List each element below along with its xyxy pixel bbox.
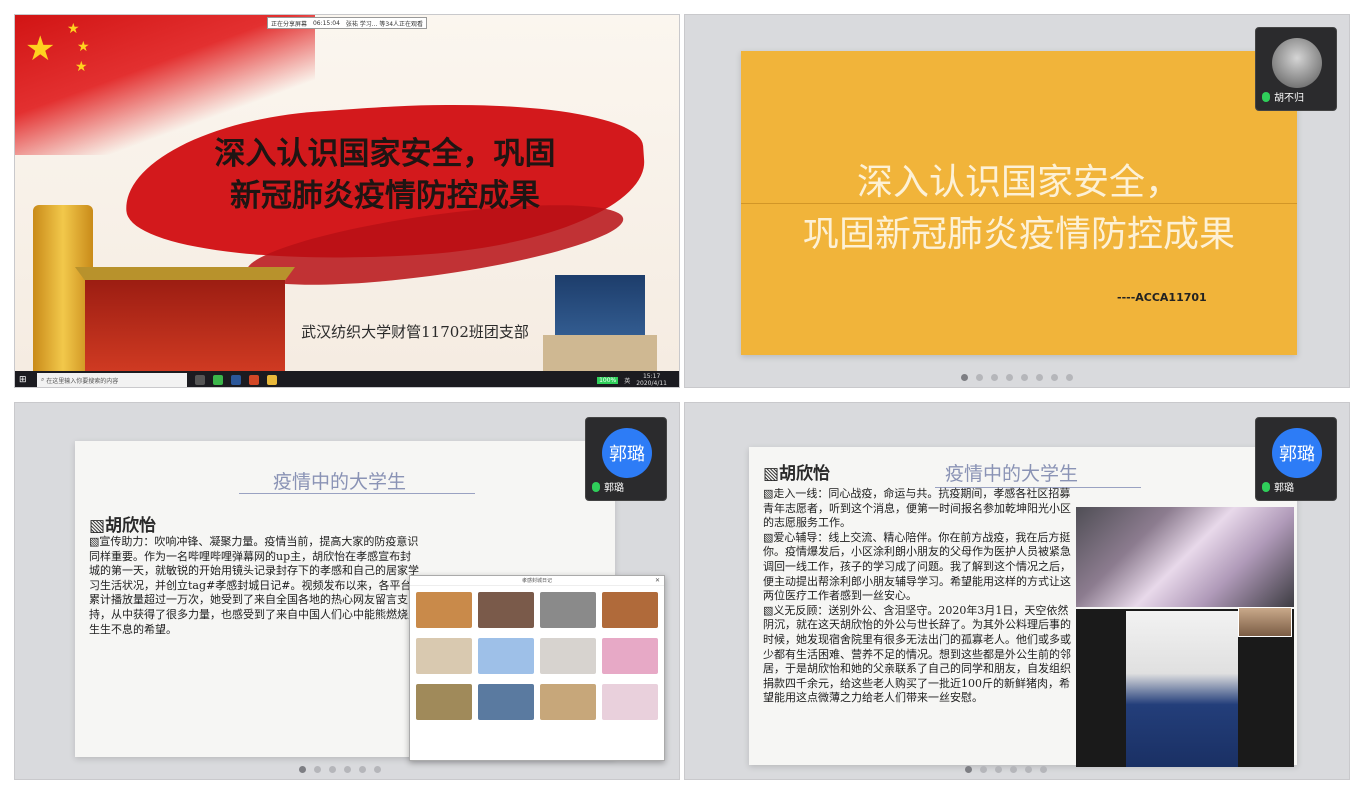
slide-heading: 疫情中的大学生 (273, 471, 407, 493)
page-indicator (685, 766, 1349, 773)
page-dot[interactable] (995, 766, 1002, 773)
screenshot-grid: ★ ★ ★ ★ 深入认识国家安全，巩固 新冠肺炎疫情防控成果 武汉纺织大学财管1… (0, 0, 1364, 796)
tiananmen-graphic (85, 280, 285, 371)
page-indicator (15, 766, 679, 773)
participant-name: 胡不归 (1274, 93, 1304, 104)
slide-title: 深入认识国家安全，巩固 新冠肺炎疫情防控成果 (214, 136, 556, 214)
video-thumbnail[interactable] (602, 638, 658, 674)
avatar (1272, 38, 1322, 88)
star-icon: ★ (25, 29, 56, 69)
page-dot[interactable] (1021, 374, 1028, 381)
close-icon[interactable]: ✕ (655, 576, 660, 586)
windows-taskbar: ⊞ ⌕ 在这里输入你要搜索的内容 100% 英 15:17 2020/4/11 (15, 371, 679, 387)
video-thumbnail[interactable] (416, 592, 472, 628)
page-dot[interactable] (374, 766, 381, 773)
wechat-icon[interactable] (213, 375, 223, 385)
page-dot[interactable] (1010, 766, 1017, 773)
page-dot[interactable] (359, 766, 366, 773)
star-icon: ★ (67, 21, 80, 37)
clock[interactable]: 15:17 2020/4/11 (636, 373, 667, 387)
heading-underline (239, 493, 475, 494)
page-dot[interactable] (961, 374, 968, 381)
taskbar-search-input[interactable]: ⌕ 在这里输入你要搜索的内容 (37, 373, 187, 387)
star-icon: ★ (75, 59, 88, 75)
participant-video-tile[interactable]: 郭璐 郭璐 (585, 417, 667, 501)
slide-panel-4[interactable]: ▧胡欣怡 疫情中的大学生 ▧走入一线：同心战疫，命运与共。抗疫期间，孝感各社区招… (684, 402, 1350, 780)
slide-signature: ----ACCA11701 (1117, 291, 1207, 304)
windows-start-icon[interactable]: ⊞ (19, 375, 27, 385)
slide-body-text: ▧宣传助力：吹响冲锋、凝聚力量。疫情当前，提高大家的防疫意识同样重要。作为一名哔… (89, 535, 419, 636)
video-thumbnail[interactable] (540, 638, 596, 674)
page-dot[interactable] (299, 766, 306, 773)
video-thumbnail-window[interactable]: 孝感封城日记 ✕ (409, 575, 665, 761)
page-dot[interactable] (965, 766, 972, 773)
page-dot[interactable] (314, 766, 321, 773)
page-dot[interactable] (980, 766, 987, 773)
student-name: ▧胡欣怡 (89, 516, 157, 536)
slide-panel-3[interactable]: 疫情中的大学生 ▧胡欣怡 ▧宣传助力：吹响冲锋、凝聚力量。疫情当前，提高大家的防… (14, 402, 680, 780)
participant-video-tile[interactable]: 郭璐 郭璐 (1255, 417, 1337, 501)
video-thumbnail[interactable] (540, 684, 596, 720)
page-dot[interactable] (991, 374, 998, 381)
video-thumbnail[interactable] (540, 592, 596, 628)
avatar: 郭璐 (1272, 428, 1322, 478)
screen-share-bar[interactable]: 正在分享屏幕 06:15:04 张祐 学习... 等34人正在观看 (267, 17, 427, 29)
page-dot[interactable] (329, 766, 336, 773)
video-thumbnail[interactable] (478, 592, 534, 628)
slide-subtitle: 武汉纺织大学财管11702班团支部 (301, 323, 529, 341)
page-dot[interactable] (1025, 766, 1032, 773)
slide-title: 深入认识国家安全， 巩固新冠肺炎疫情防控成果 (802, 162, 1235, 255)
page-dot[interactable] (1036, 374, 1043, 381)
task-view-icon[interactable] (195, 375, 205, 385)
video-call-inset-photo (1238, 607, 1292, 637)
slide-body-text: ▧走入一线：同心战疫，命运与共。抗疫期间，孝感各社区招募青年志愿者，听到这个消息… (763, 487, 1071, 705)
word-icon[interactable] (231, 375, 241, 385)
microphone-icon (1262, 91, 1270, 102)
participant-name: 郭璐 (604, 483, 624, 494)
page-dot[interactable] (1040, 766, 1047, 773)
page-dot[interactable] (1066, 374, 1073, 381)
volunteer-photo (1076, 507, 1294, 607)
page-dot[interactable] (1006, 374, 1013, 381)
video-thumbnail[interactable] (416, 684, 472, 720)
powerpoint-icon[interactable] (249, 375, 259, 385)
participant-name: 郭璐 (1274, 483, 1294, 494)
huabiao-pillar-graphic (33, 205, 93, 371)
participant-video-tile[interactable]: 胡不归 (1255, 27, 1337, 111)
video-thumbnail[interactable] (416, 638, 472, 674)
microphone-icon (592, 481, 600, 492)
slide-heading: 疫情中的大学生 (945, 463, 1079, 485)
star-icon: ★ (77, 39, 90, 55)
video-thumbnail[interactable] (478, 684, 534, 720)
video-thumbnail[interactable] (602, 684, 658, 720)
student-name: ▧胡欣怡 (763, 464, 831, 484)
qq-icon[interactable] (267, 375, 277, 385)
slide-panel-2[interactable]: 深入认识国家安全， 巩固新冠肺炎疫情防控成果 ----ACCA11701 胡不归 (684, 14, 1350, 388)
ime-indicator[interactable]: 英 (624, 376, 630, 385)
page-dot[interactable] (976, 374, 983, 381)
battery-indicator[interactable]: 100% (597, 376, 619, 384)
shared-screen-panel[interactable]: ★ ★ ★ ★ 深入认识国家安全，巩固 新冠肺炎疫情防控成果 武汉纺织大学财管1… (14, 14, 680, 388)
microphone-icon (1262, 481, 1270, 492)
video-thumbnail[interactable] (602, 592, 658, 628)
system-tray: 100% 英 15:17 2020/4/11 (597, 373, 667, 387)
page-indicator (685, 374, 1349, 381)
avatar: 郭璐 (602, 428, 652, 478)
page-dot[interactable] (1051, 374, 1058, 381)
video-thumbnail[interactable] (478, 638, 534, 674)
page-dot[interactable] (344, 766, 351, 773)
